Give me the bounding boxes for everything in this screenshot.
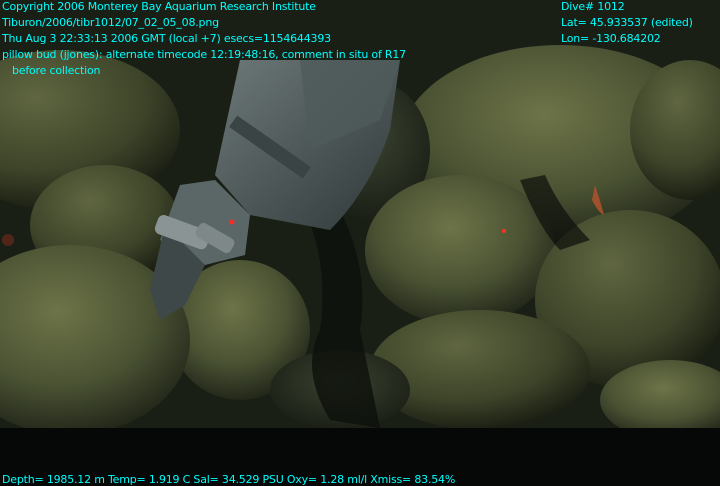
- pillow-lava-rock: [365, 175, 555, 325]
- latitude-text: Lat= 45.933537 (edited): [561, 16, 693, 29]
- copyright-text: Copyright 2006 Monterey Bay Aquarium Res…: [2, 0, 316, 13]
- timestamp-text: Thu Aug 3 22:33:13 2006 GMT (local +7) e…: [2, 32, 331, 45]
- note-text: before collection: [12, 64, 101, 77]
- video-frame: Copyright 2006 Monterey Bay Aquarium Res…: [0, 0, 720, 486]
- comment-text: pillow bud (jjones): alternate timecode …: [2, 48, 406, 61]
- sensor-readout: Depth= 1985.12 m Temp= 1.919 C Sal= 34.5…: [2, 473, 456, 486]
- dive-number-text: Dive# 1012: [561, 0, 625, 13]
- longitude-text: Lon= -130.684202: [561, 32, 661, 45]
- pillow-lava-rock: [370, 310, 590, 428]
- file-path-text: Tiburon/2006/tibr1012/07_02_05_08.png: [2, 16, 219, 29]
- seafloor-photo: [0, 0, 720, 428]
